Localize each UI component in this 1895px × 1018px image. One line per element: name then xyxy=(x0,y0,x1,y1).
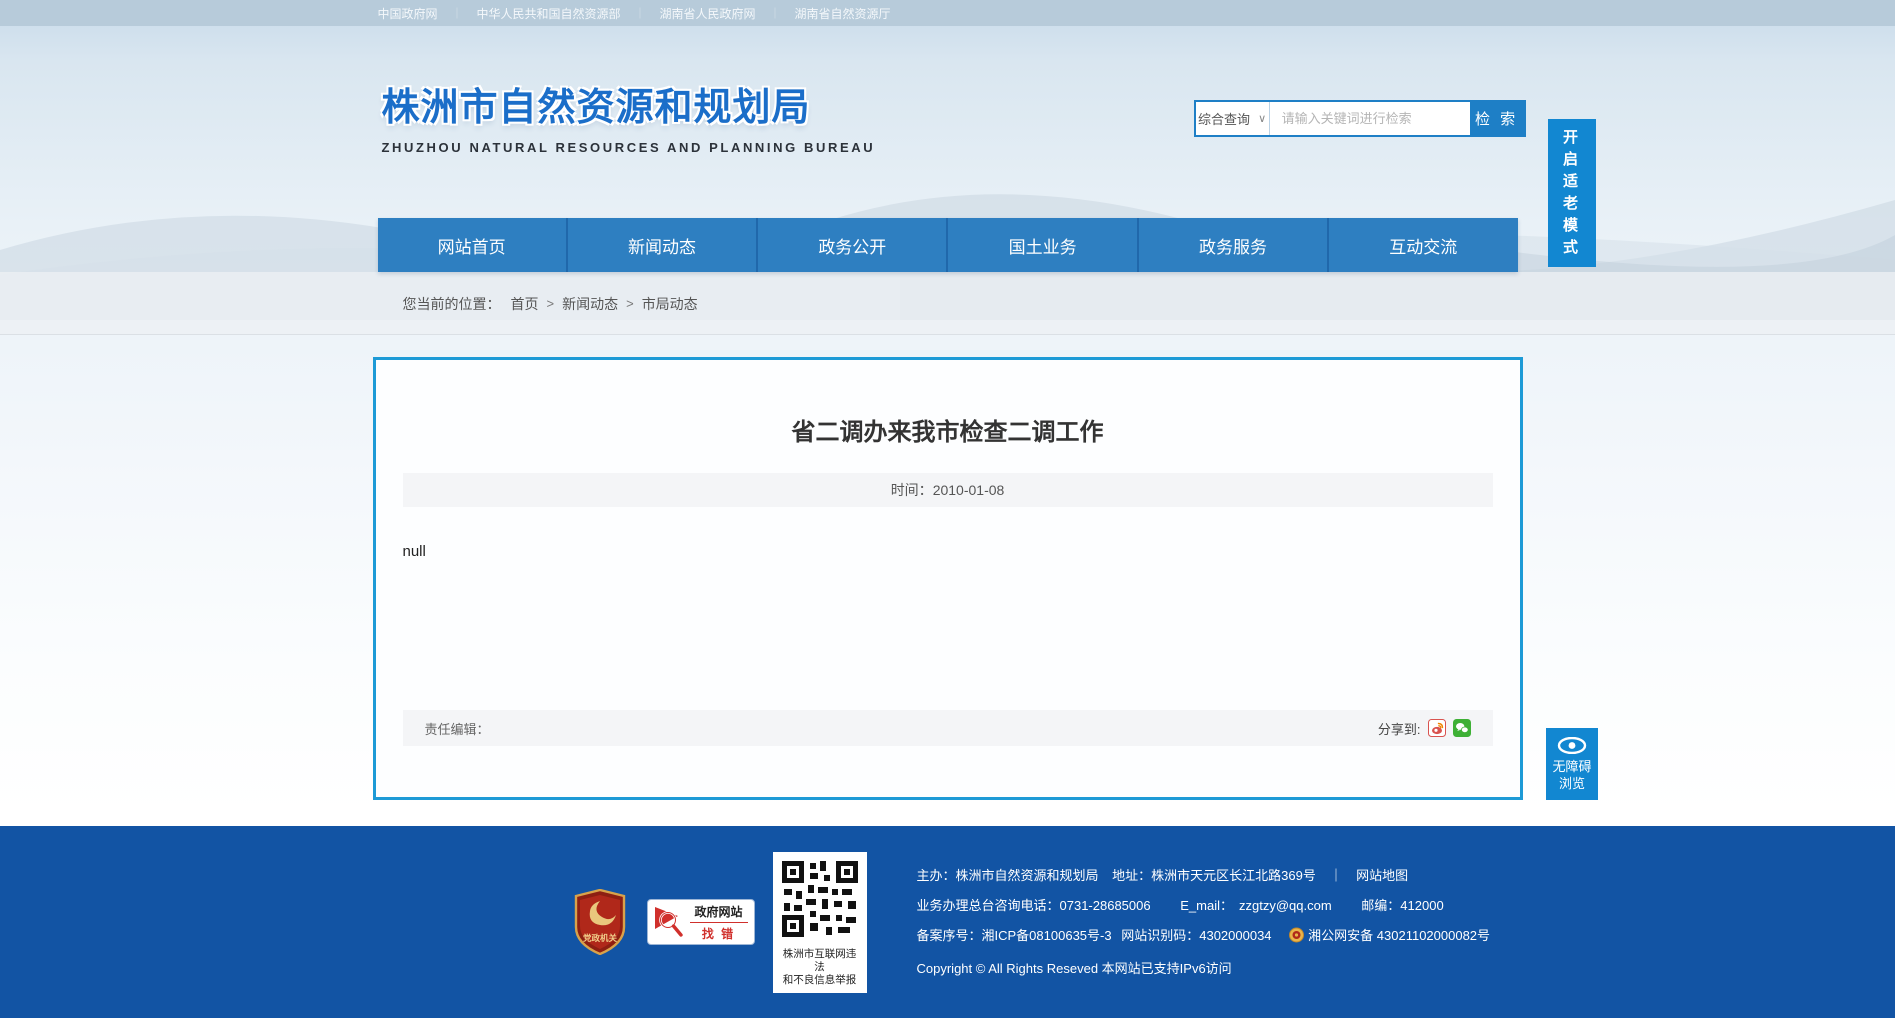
wechat-share-icon[interactable] xyxy=(1453,719,1471,737)
breadcrumb-home[interactable]: 首页 xyxy=(511,294,539,314)
elder-mode-line1: 开启 xyxy=(1555,127,1589,171)
report-qr-card: 株洲市互联网违法 和不良信息举报 xyxy=(773,852,867,993)
footer-line-copyright: Copyright © All Rights Reseved 本网站已支持IPv… xyxy=(917,954,1491,984)
police-badge-icon xyxy=(1289,924,1304,954)
postcode-label: 邮编： xyxy=(1361,898,1400,913)
topbar-separator: ｜ xyxy=(635,5,646,21)
icp-link[interactable]: 湘ICP备08100635号-3 xyxy=(982,928,1112,943)
breadcrumb-news[interactable]: 新闻动态 xyxy=(562,294,618,314)
search-category-select[interactable]: 综合查询 ∨ xyxy=(1196,102,1270,135)
nav-item-interaction[interactable]: 互动交流 xyxy=(1329,218,1517,272)
nav-item-home[interactable]: 网站首页 xyxy=(378,218,568,272)
organizer-label: 主办： xyxy=(917,868,956,883)
footer-line-contact: 业务办理总台咨询电话：0731-28685006 E_mail： zzgtzy@q… xyxy=(917,891,1491,921)
svg-text:党政机关: 党政机关 xyxy=(582,933,617,943)
icp-label: 备案序号： xyxy=(917,928,982,943)
article-container: 省二调办来我市检查二调工作 时间： 2010-01-08 null 责任编辑： … xyxy=(373,357,1523,800)
breadcrumb-band: 您当前的位置： 首页 > 新闻动态 > 市局动态 xyxy=(0,272,1895,335)
address-label: 地址： xyxy=(1112,868,1151,883)
accessibility-button[interactable]: 无障碍 浏览 xyxy=(1546,728,1598,800)
share-label: 分享到: xyxy=(1378,719,1421,738)
find-error-top-label: 政府网站 xyxy=(690,903,748,923)
report-caption-line1: 株洲市互联网违法 xyxy=(780,948,860,974)
weibo-share-icon[interactable] xyxy=(1428,719,1446,737)
footer-info: 主办：株洲市自然资源和规划局 地址：株洲市天元区长江北路369号 ｜ 网站地图 … xyxy=(917,861,1491,984)
topbar-separator: ｜ xyxy=(452,5,463,21)
footer-line-organizer: 主办：株洲市自然资源和规划局 地址：株洲市天元区长江北路369号 ｜ 网站地图 xyxy=(917,861,1491,891)
phone-label: 业务办理总台咨询电话： xyxy=(917,898,1060,913)
article-time-value: 2010-01-08 xyxy=(933,482,1005,498)
page-footer: 党政机关 政府网站 找 错 xyxy=(0,826,1895,1018)
search-button[interactable]: 检 索 xyxy=(1470,102,1524,135)
find-error-bottom-label: 找 错 xyxy=(690,923,748,942)
site-title[interactable]: 株洲市自然资源和规划局 xyxy=(382,76,876,131)
editor-label: 责任编辑： xyxy=(425,719,490,738)
accessibility-line2: 浏览 xyxy=(1550,775,1594,792)
footer-line-record: 备案序号：湘ICP备08100635号-3 网站识别码：4302000034 湘… xyxy=(917,921,1491,954)
search-box: 综合查询 ∨ 检 索 xyxy=(1194,100,1526,137)
phone-value: 0731-28685006 xyxy=(1060,898,1151,913)
accessibility-line1: 无障碍 xyxy=(1550,758,1594,775)
party-gov-badge[interactable]: 党政机关 xyxy=(573,889,627,955)
organizer-value: 株洲市自然资源和规划局 xyxy=(956,868,1099,883)
elder-mode-line3: 模式 xyxy=(1555,215,1589,259)
breadcrumb-separator: > xyxy=(547,296,555,311)
address-value: 株洲市天元区长江北路369号 xyxy=(1151,868,1316,883)
article-body: null xyxy=(403,507,1493,710)
magnifier-flag-icon xyxy=(654,905,684,939)
qr-code-image xyxy=(780,859,860,939)
police-record-link[interactable]: 湘公网安备 43021102000082号 xyxy=(1308,928,1490,943)
nav-item-gov-service[interactable]: 政务服务 xyxy=(1139,218,1329,272)
elder-mode-line2: 适老 xyxy=(1555,171,1589,215)
breadcrumb-bureau-news[interactable]: 市局动态 xyxy=(642,294,698,314)
site-subtitle: ZHUZHOU NATURAL RESOURCES AND PLANNING B… xyxy=(382,140,876,155)
breadcrumb-separator: > xyxy=(626,296,634,311)
article-time-label: 时间： xyxy=(891,480,933,500)
topbar-link-gov-cn[interactable]: 中国政府网 xyxy=(378,5,438,22)
top-link-bar: 中国政府网 ｜ 中华人民共和国自然资源部 ｜ 湖南省人民政府网 ｜ 湖南省自然资… xyxy=(0,0,1895,26)
chevron-down-icon: ∨ xyxy=(1258,112,1266,125)
footer-divider: ｜ xyxy=(1330,868,1343,883)
eye-icon xyxy=(1557,737,1587,754)
topbar-separator: ｜ xyxy=(770,5,781,21)
find-error-badge[interactable]: 政府网站 找 错 xyxy=(647,899,755,945)
sitemap-link[interactable]: 网站地图 xyxy=(1356,868,1408,883)
postcode-value: 412000 xyxy=(1400,898,1443,913)
article-footer-bar: 责任编辑： 分享到: xyxy=(403,710,1493,746)
article-title: 省二调办来我市检查二调工作 xyxy=(403,412,1493,447)
topbar-link-hunan-gov[interactable]: 湖南省人民政府网 xyxy=(660,5,756,22)
site-id-value: 4302000034 xyxy=(1199,928,1271,943)
nav-item-gov-info[interactable]: 政务公开 xyxy=(758,218,948,272)
breadcrumb-label: 您当前的位置： xyxy=(403,294,501,314)
email-value: zzgtzy@qq.com xyxy=(1239,898,1332,913)
site-id-label: 网站识别码： xyxy=(1121,928,1199,943)
site-header: 株洲市自然资源和规划局 ZHUZHOU NATURAL RESOURCES AN… xyxy=(0,26,1895,218)
email-label: E_mail： xyxy=(1180,898,1233,913)
topbar-link-hunan-nr[interactable]: 湖南省自然资源厅 xyxy=(795,5,891,22)
site-logo[interactable]: 株洲市自然资源和规划局 ZHUZHOU NATURAL RESOURCES AN… xyxy=(382,76,876,155)
report-caption-line2: 和不良信息举报 xyxy=(780,974,860,987)
nav-item-land-business[interactable]: 国土业务 xyxy=(948,218,1138,272)
topbar-link-mnr[interactable]: 中华人民共和国自然资源部 xyxy=(477,5,621,22)
main-nav: 网站首页 新闻动态 政务公开 国土业务 政务服务 互动交流 xyxy=(0,218,1895,272)
elder-mode-button[interactable]: 开启 适老 模式 xyxy=(1548,119,1596,267)
search-input[interactable] xyxy=(1270,102,1470,135)
search-category-label: 综合查询 xyxy=(1198,109,1250,128)
nav-item-news[interactable]: 新闻动态 xyxy=(568,218,758,272)
article-meta-bar: 时间： 2010-01-08 xyxy=(403,473,1493,507)
